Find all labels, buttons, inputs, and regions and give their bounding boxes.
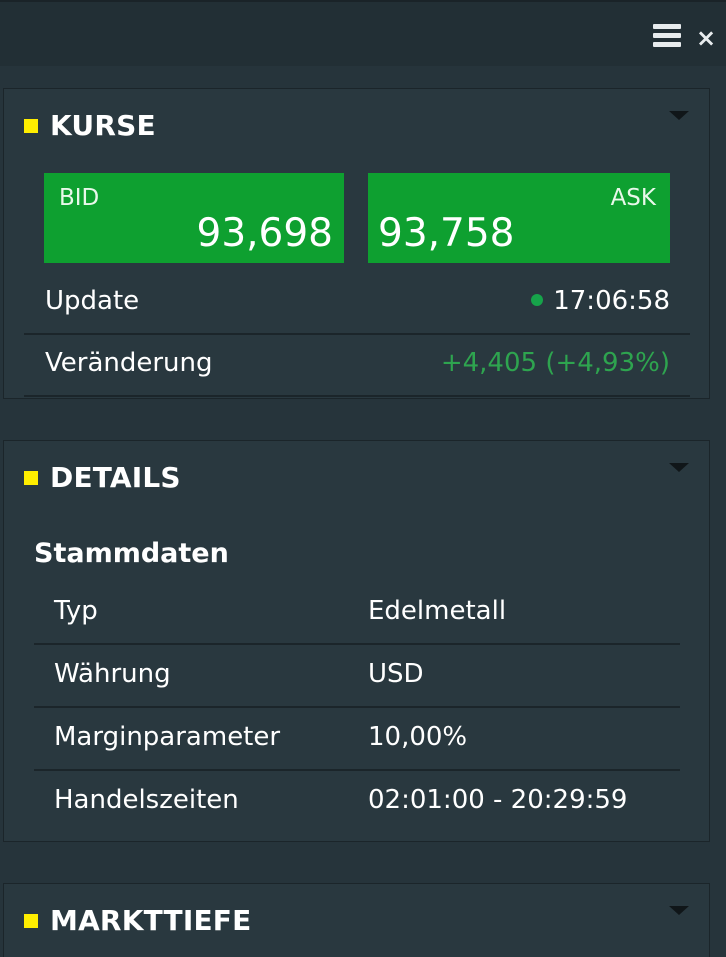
markttiefe-panel: MARKTTIEFE: [3, 883, 710, 957]
kurse-title: KURSE: [24, 109, 156, 142]
update-time-value: 17:06:58: [553, 286, 670, 316]
details-title: DETAILS: [24, 461, 181, 494]
details-title-text: DETAILS: [50, 461, 181, 494]
update-row: Update 17:06:58: [24, 273, 690, 335]
ask-button[interactable]: ASK 93,758: [368, 173, 670, 263]
detail-value: 10,00%: [368, 722, 468, 752]
ask-value: 93,758: [378, 211, 515, 256]
detail-label: Handelszeiten: [54, 785, 239, 815]
collapse-markttiefe-chevron-icon[interactable]: [669, 906, 689, 915]
update-label: Update: [45, 286, 140, 316]
ask-label: ASK: [610, 185, 656, 211]
bid-button[interactable]: BID 93,698: [44, 173, 344, 263]
section-marker-icon: [24, 470, 38, 485]
close-icon[interactable]: ×: [696, 26, 716, 50]
detail-row-marginparameter: Marginparameter 10,00%: [34, 708, 680, 771]
markttiefe-title-text: MARKTTIEFE: [50, 904, 252, 937]
live-status-dot-icon: [531, 293, 544, 306]
change-label: Veränderung: [45, 348, 213, 378]
detail-row-handelszeiten: Handelszeiten 02:01:00 - 20:29:59: [34, 771, 680, 834]
detail-row-typ: Typ Edelmetall: [34, 582, 680, 645]
section-marker-icon: [24, 913, 38, 928]
detail-label: Marginparameter: [54, 722, 281, 752]
detail-value: Edelmetall: [368, 596, 507, 626]
collapse-kurse-chevron-icon[interactable]: [669, 111, 689, 120]
kurse-panel: KURSE BID 93,698 ASK 93,758 Update 17:06…: [3, 88, 710, 399]
collapse-details-chevron-icon[interactable]: [669, 463, 689, 472]
section-marker-icon: [24, 118, 38, 133]
kurse-title-text: KURSE: [50, 109, 156, 142]
bid-label: BID: [59, 185, 100, 211]
update-time: 17:06:58: [531, 286, 670, 316]
detail-value: 02:01:00 - 20:29:59: [368, 785, 628, 815]
top-toolbar: ×: [0, 0, 726, 66]
details-panel: DETAILS Stammdaten Typ Edelmetall Währun…: [3, 440, 710, 842]
hamburger-menu-icon[interactable]: [653, 24, 681, 50]
markttiefe-title: MARKTTIEFE: [24, 904, 251, 937]
detail-value: USD: [368, 659, 424, 689]
stammdaten-heading: Stammdaten: [34, 538, 229, 569]
detail-label: Währung: [54, 659, 171, 689]
bid-value: 93,698: [196, 211, 333, 256]
detail-label: Typ: [54, 596, 98, 626]
change-row: Veränderung +4,405 (+4,93%): [24, 335, 690, 397]
change-value: +4,405 (+4,93%): [440, 348, 670, 378]
detail-row-waehrung: Währung USD: [34, 645, 680, 708]
